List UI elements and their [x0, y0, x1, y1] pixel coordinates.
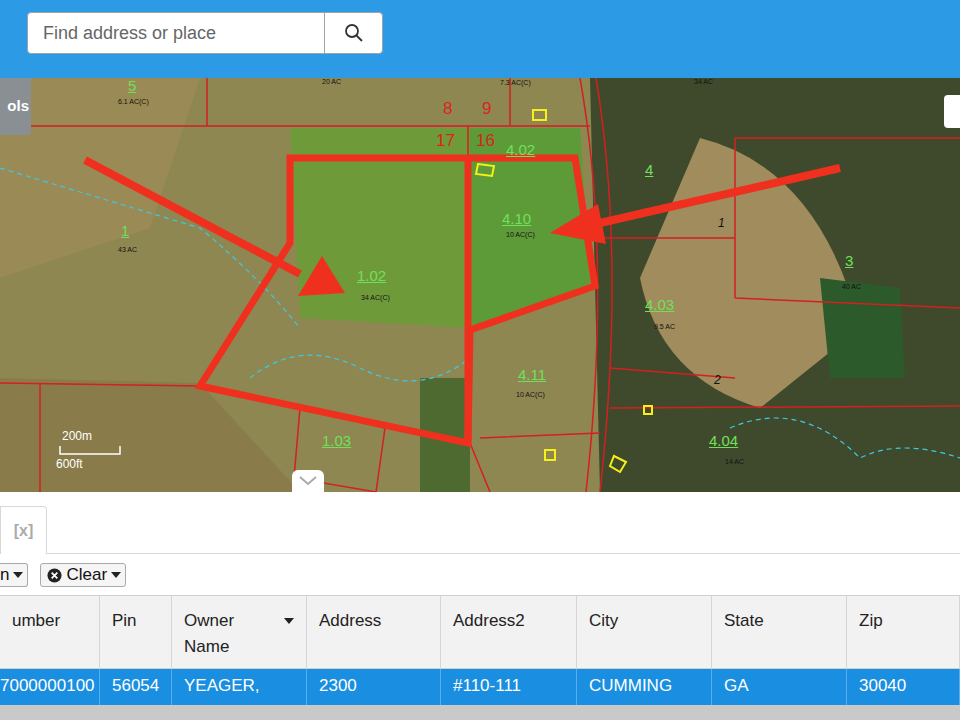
acreage-label: 20 AC	[322, 78, 341, 85]
acreage-label: 9.5 AC	[654, 323, 675, 330]
table-cell: 30040	[847, 669, 960, 705]
scale-imperial: 600ft	[56, 458, 83, 470]
acreage-label: 10 AC(C)	[516, 391, 545, 398]
tools-button[interactable]: ols	[0, 78, 31, 135]
acreage-label: 34 AC(C)	[361, 294, 390, 301]
parcel-label: 4.11	[518, 367, 546, 382]
lot-label: 16	[476, 132, 495, 149]
app: Find address or place 5 6.1 AC(C) 20 AC 7.3 …	[0, 0, 960, 720]
tab[interactable]: [x]	[0, 506, 47, 554]
table-row[interactable]: 700000010056054YEAGER,2300#110-111CUMMIN…	[0, 669, 960, 705]
column-header[interactable]: State	[712, 596, 847, 668]
table-cell: 56054	[100, 669, 172, 705]
parcel-label: 4.04	[709, 433, 738, 448]
line-number-label: 2	[714, 374, 721, 386]
table-cell: CUMMING	[577, 669, 712, 705]
table: umberPinOwner NameAddressAddress2CitySta…	[0, 595, 960, 720]
search-button[interactable]	[324, 13, 382, 53]
parcel-label: 4.02	[506, 142, 535, 157]
acreage-label: 10 AC(C)	[506, 231, 535, 238]
table-header: umberPinOwner NameAddressAddress2CitySta…	[0, 595, 960, 669]
sort-caret-icon	[284, 617, 294, 625]
dropdown-button[interactable]: n	[0, 563, 28, 587]
column-header[interactable]: Zip	[847, 596, 960, 668]
column-header[interactable]: Address	[307, 596, 441, 668]
parcel-label: 4.03	[645, 297, 674, 312]
parcel-label: 1	[121, 223, 129, 238]
clear-button[interactable]: Clear	[40, 563, 126, 587]
acreage-label: 43 AC	[118, 246, 137, 253]
acreage-label: 7.3 AC(C)	[500, 79, 531, 86]
toolbar: n Clear	[0, 562, 960, 588]
caret-icon	[13, 571, 23, 579]
clear-icon	[47, 568, 62, 583]
column-header[interactable]: umber	[0, 596, 100, 668]
chevron-down-icon	[299, 476, 317, 486]
column-header[interactable]: Pin	[100, 596, 172, 668]
table-cell: 7000000100	[0, 669, 100, 705]
scrollbar[interactable]	[0, 705, 960, 720]
map[interactable]: 5 6.1 AC(C) 20 AC 7.3 AC(C) 34 AC 8 9 17 16 4.02 4…	[0, 78, 960, 492]
table-cell: YEAGER,	[172, 669, 307, 705]
lot-label: 8	[443, 100, 452, 117]
line-number-label: 1	[718, 217, 725, 229]
scale-metric: 200m	[62, 430, 92, 442]
lot-label: 9	[482, 100, 491, 117]
map-control[interactable]	[944, 95, 960, 128]
acreage-label: 14 AC	[725, 458, 744, 465]
magnifier-icon	[344, 23, 364, 43]
table-cell: 2300	[307, 669, 441, 705]
acreage-label: 6.1 AC(C)	[118, 98, 149, 105]
collapse-toggle[interactable]	[292, 470, 324, 492]
acreage-label: 34 AC	[694, 78, 713, 85]
lot-label: 17	[436, 132, 455, 149]
table-cell: #110-111	[441, 669, 577, 705]
column-header[interactable]: Owner Name	[172, 596, 307, 668]
tab-strip: [x]	[0, 492, 960, 554]
search-box: Find address or place	[27, 12, 383, 54]
caret-icon	[111, 571, 121, 579]
column-header[interactable]: City	[577, 596, 712, 668]
parcel-label: 1.02	[357, 268, 386, 283]
parcel-label: 5	[128, 78, 136, 93]
table-cell: GA	[712, 669, 847, 705]
acreage-label: 40 AC	[842, 283, 861, 290]
search-input[interactable]: Find address or place	[28, 13, 324, 53]
parcel-label: 3	[845, 253, 853, 268]
results-panel: [x] n Clear umberPinOwner NameAddressAddres…	[0, 492, 960, 720]
parcel-label: 4	[645, 162, 653, 177]
parcel-label: 1.03	[322, 433, 351, 448]
top-bar: Find address or place	[0, 0, 960, 78]
parcel-label: 4.10	[502, 211, 531, 226]
column-header[interactable]: Address2	[441, 596, 577, 668]
